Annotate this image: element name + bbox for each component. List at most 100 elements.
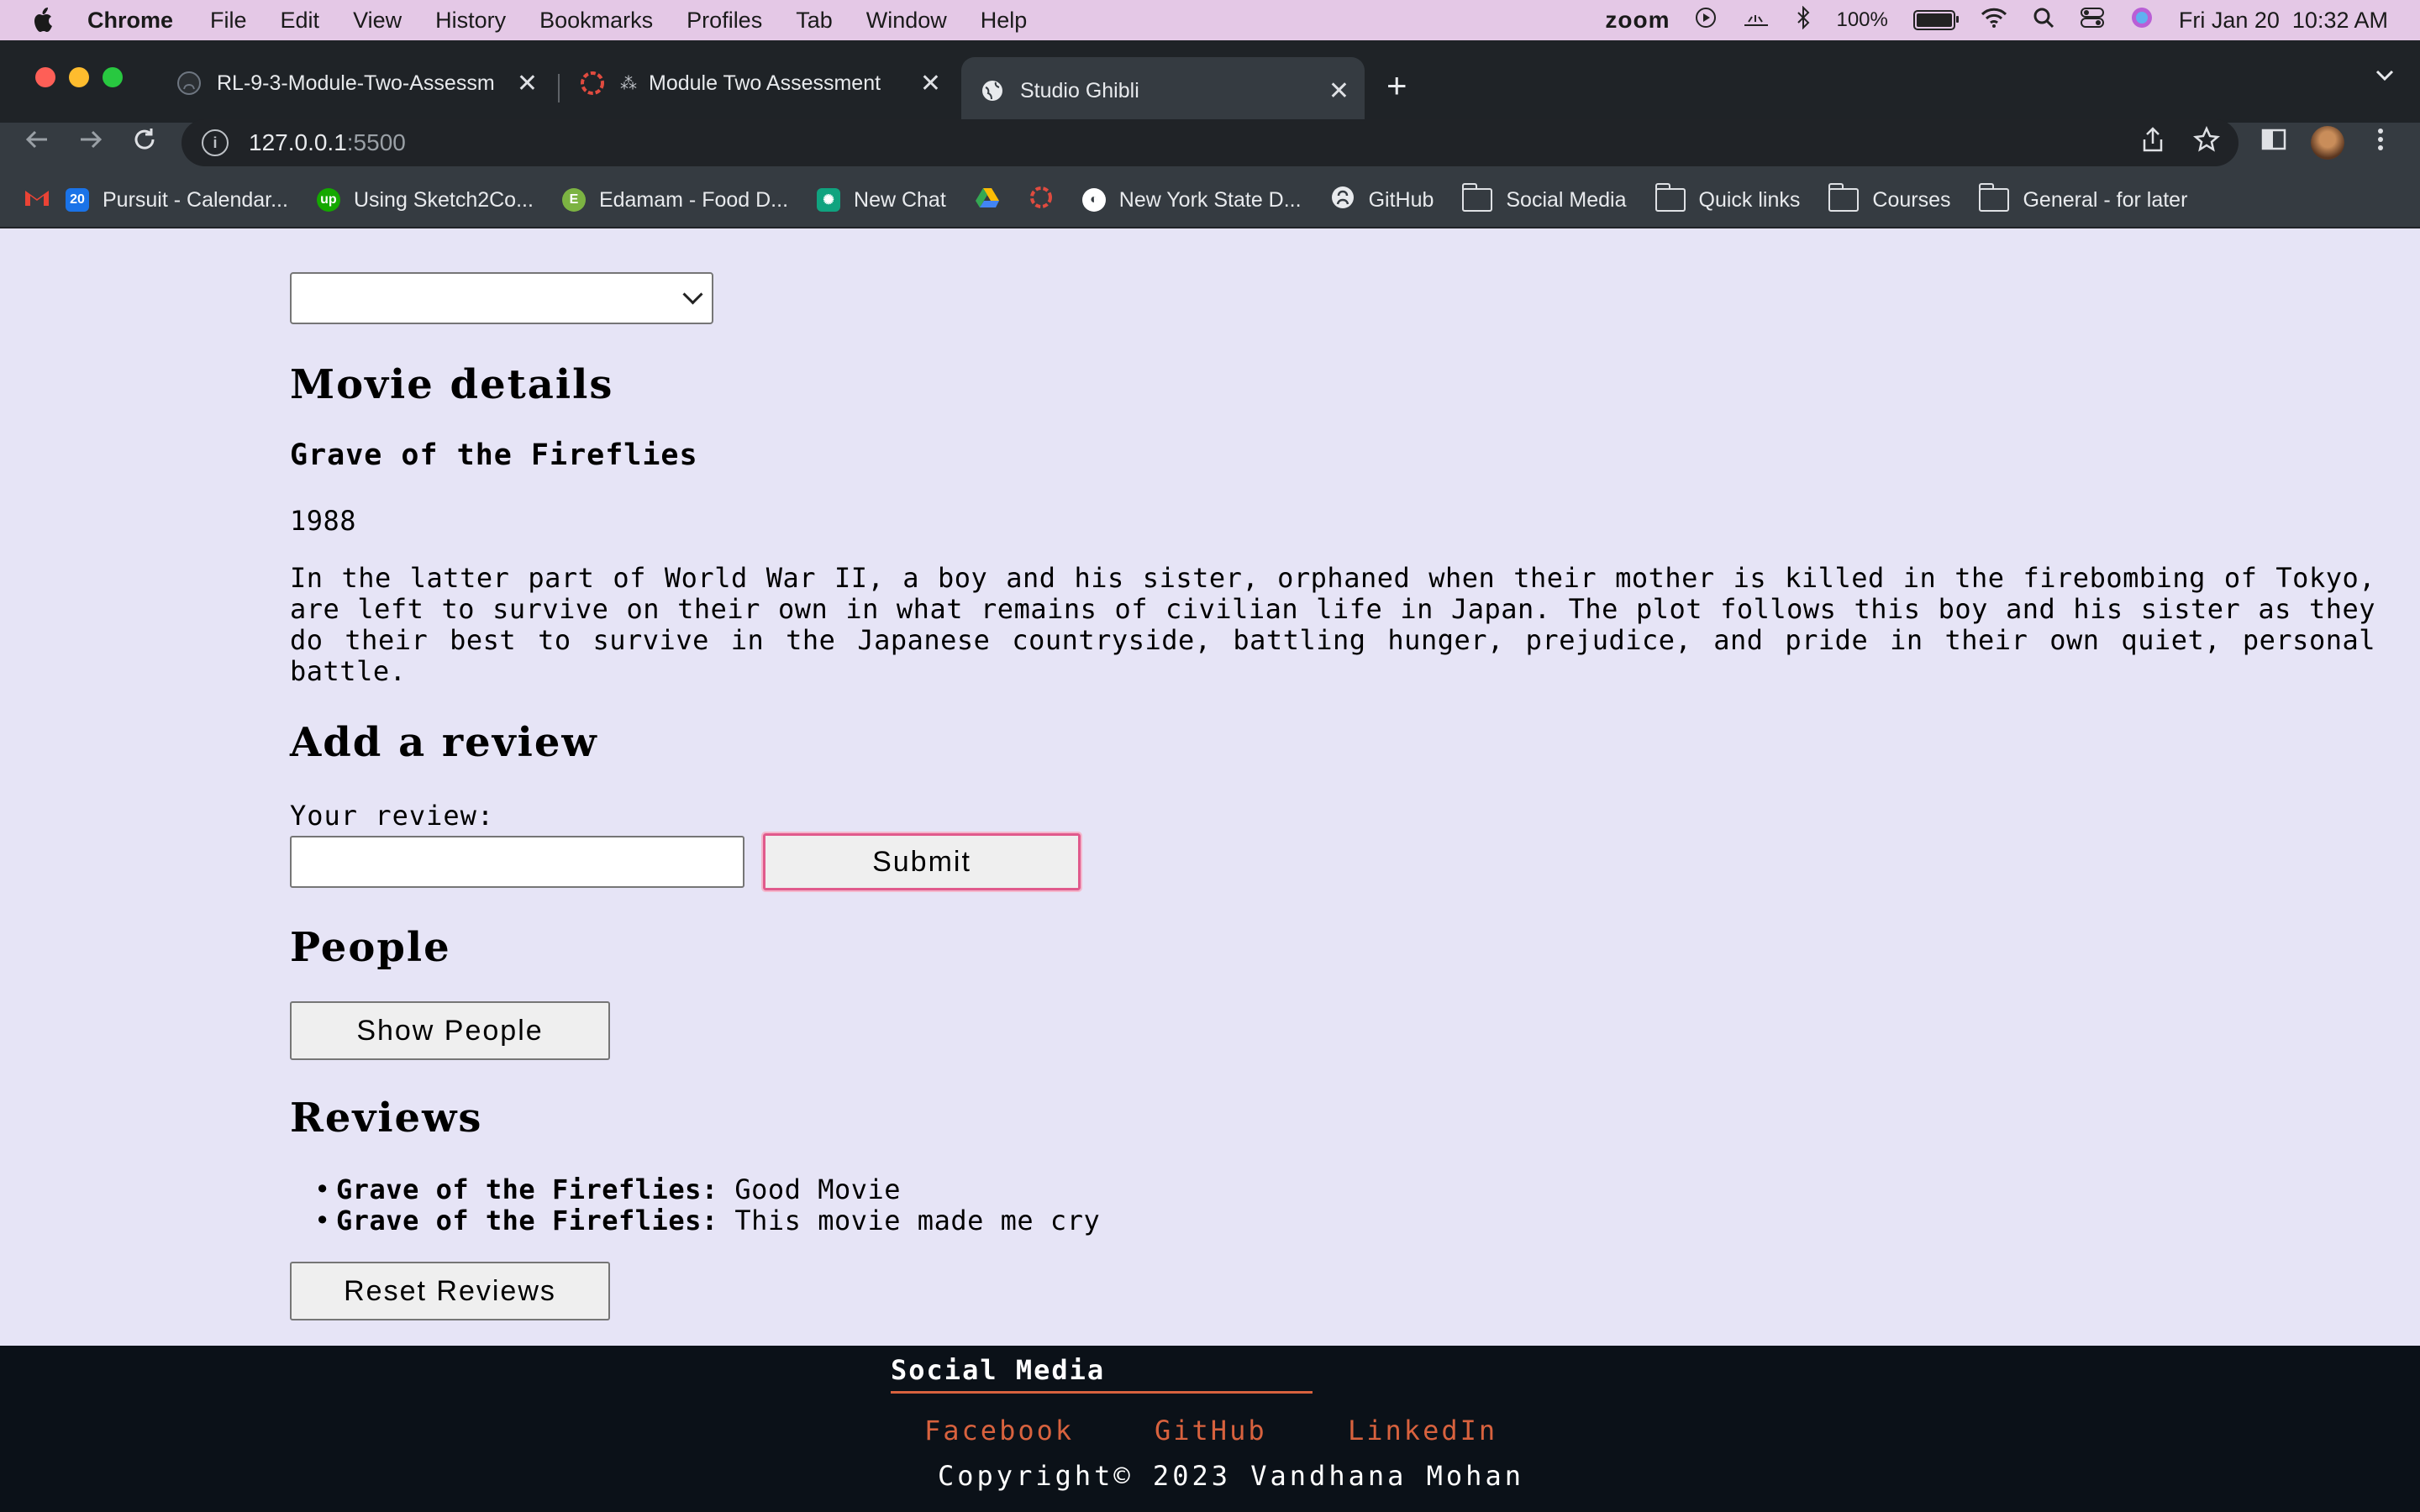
zoom-status-icon[interactable]: zoom <box>1605 7 1670 34</box>
menu-clock[interactable]: Fri Jan 20 10:32 AM <box>2179 8 2388 34</box>
movie-year: 1988 <box>290 505 357 537</box>
window-zoom-button[interactable] <box>103 67 123 87</box>
address-url[interactable]: 127.0.0.1:5500 <box>249 129 406 156</box>
copyright-text: Copyright© 2023 Vandhana Mohan <box>938 1460 1524 1492</box>
menu-profiles[interactable]: Profiles <box>687 8 762 34</box>
tab-search-chevron-icon[interactable] <box>2375 69 2395 87</box>
menu-edit[interactable]: Edit <box>281 8 320 34</box>
review-text: This movie made me cry <box>718 1205 1101 1236</box>
chrome-menu-icon[interactable] <box>2376 126 2385 160</box>
review-item: Grave of the Fireflies: Good Movie <box>314 1173 1100 1206</box>
menu-file[interactable]: File <box>210 8 247 34</box>
review-item: Grave of the Fireflies: This movie made … <box>314 1205 1101 1237</box>
bookmark-label: Social Media <box>1506 187 1627 212</box>
tab-title: Module Two Assessment <box>649 71 881 95</box>
bookmark-google-drive[interactable] <box>975 186 1000 214</box>
bookmark-star-icon[interactable] <box>2193 125 2220 160</box>
bookmark-edamam[interactable]: E Edamam - Food D... <box>561 187 789 213</box>
bookmark-label: New Chat <box>854 187 946 212</box>
new-tab-plus-icon[interactable]: + <box>1386 66 1407 106</box>
tab-close-icon[interactable]: ✕ <box>1328 76 1349 106</box>
menu-help[interactable]: Help <box>981 8 1028 34</box>
battery-icon[interactable] <box>1912 10 1959 30</box>
back-arrow-icon[interactable] <box>24 126 50 160</box>
bookmark-gmail[interactable] <box>24 187 50 213</box>
wifi-icon[interactable] <box>1981 7 2007 34</box>
bookmark-folder-quick-links[interactable]: Quick links <box>1655 183 1801 213</box>
github-link[interactable]: GitHub <box>1155 1415 1267 1446</box>
menu-bookmarks[interactable]: Bookmarks <box>539 8 653 34</box>
share-icon[interactable] <box>2141 126 2165 160</box>
github-icon <box>176 71 202 96</box>
linkedin-link[interactable]: LinkedIn <box>1348 1415 1497 1446</box>
movie-description: In the latter part of World War II, a bo… <box>290 562 2375 687</box>
reviews-heading: Reviews <box>290 1095 483 1142</box>
submit-button[interactable]: Submit <box>761 832 1082 892</box>
bookmark-label: Edamam - Food D... <box>598 187 789 212</box>
bookmark-folder-general[interactable]: General - for later <box>1979 183 2187 213</box>
menu-view[interactable]: View <box>353 8 402 34</box>
facebook-link[interactable]: Facebook <box>924 1415 1074 1446</box>
menu-window[interactable]: Window <box>866 8 947 34</box>
macos-menu-bar: Chrome File Edit View History Bookmarks … <box>0 0 2420 40</box>
tab-title: Studio Ghibli <box>1020 78 1139 102</box>
menu-app-name[interactable]: Chrome <box>87 8 173 34</box>
siri-icon[interactable] <box>2130 6 2154 35</box>
reload-icon[interactable] <box>131 126 158 160</box>
review-movie: Grave of the Fireflies: <box>336 1205 718 1236</box>
drive-icon <box>975 186 1000 214</box>
chevron-down-icon <box>682 284 703 305</box>
window-minimize-button[interactable] <box>69 67 89 87</box>
screen-icon[interactable] <box>1742 7 1770 34</box>
show-people-button[interactable]: Show People <box>290 1001 610 1060</box>
upwork-icon: up <box>316 188 340 212</box>
menu-tab[interactable]: Tab <box>796 8 833 34</box>
bookmark-nys[interactable]: ◐ New York State D... <box>1081 187 1302 213</box>
loading-icon: ⁂ <box>620 74 637 93</box>
site-info-icon[interactable]: i <box>202 129 229 156</box>
tab-module-two[interactable]: ⁂ Module Two Assessment ✕ <box>561 52 956 114</box>
calendar-icon: 20 <box>66 188 89 212</box>
bookmarks-bar: 20 Pursuit - Calendar... up Using Sketch… <box>0 176 2420 223</box>
folder-icon <box>1979 183 2010 212</box>
reset-reviews-button[interactable]: Reset Reviews <box>290 1262 610 1320</box>
bookmark-pursuit-calendar[interactable]: 20 Pursuit - Calendar... <box>66 188 288 213</box>
bookmark-label: Courses <box>1872 187 1951 212</box>
menu-history[interactable]: History <box>435 8 506 34</box>
bookmark-folder-social-media[interactable]: Social Media <box>1462 183 1627 213</box>
tab-github-repo[interactable]: RL-9-3-Module-Two-Assessm ✕ <box>158 52 553 114</box>
side-panel-icon[interactable] <box>2260 126 2287 160</box>
bookmark-label: Pursuit - Calendar... <box>103 187 288 212</box>
page-footer: Social Media Facebook GitHub LinkedIn Co… <box>0 1346 2420 1512</box>
tab-title: RL-9-3-Module-Two-Assessm <box>217 71 495 95</box>
window-close-button[interactable] <box>35 67 55 87</box>
tab-studio-ghibli[interactable]: Studio Ghibli ✕ <box>961 57 1365 124</box>
bookmark-new-chat[interactable]: ✺ New Chat <box>817 188 946 213</box>
bookmark-pursuit[interactable] <box>1028 185 1054 216</box>
tab-close-icon[interactable]: ✕ <box>920 69 941 98</box>
footer-social-heading: Social Media <box>891 1354 1106 1386</box>
forward-arrow-icon[interactable] <box>77 126 104 160</box>
profile-avatar[interactable] <box>2311 126 2344 160</box>
review-label: Your review: <box>290 800 495 832</box>
movie-select[interactable] <box>290 272 713 324</box>
pursuit-icon <box>1028 185 1054 216</box>
apple-icon[interactable] <box>32 6 57 34</box>
review-input[interactable] <box>290 836 744 888</box>
bookmark-label: Quick links <box>1698 187 1801 212</box>
add-review-heading: Add a review <box>290 719 598 766</box>
bookmark-label: Using Sketch2Co... <box>353 187 534 212</box>
bookmark-sketch2code[interactable]: up Using Sketch2Co... <box>316 187 534 213</box>
review-text: Good Movie <box>718 1173 902 1205</box>
bookmark-folder-courses[interactable]: Courses <box>1828 183 1951 213</box>
spotlight-search-icon[interactable] <box>2033 7 2054 34</box>
bluetooth-icon[interactable] <box>1796 5 1811 35</box>
control-center-icon[interactable] <box>2080 7 2105 34</box>
review-movie: Grave of the Fireflies: <box>336 1173 718 1205</box>
bookmark-github[interactable]: GitHub <box>1330 185 1434 216</box>
address-bar[interactable]: i 127.0.0.1:5500 <box>182 119 2238 166</box>
people-heading: People <box>290 924 451 971</box>
bookmark-label: New York State D... <box>1118 187 1302 212</box>
tab-close-icon[interactable]: ✕ <box>517 69 538 98</box>
play-icon[interactable] <box>1695 7 1717 34</box>
